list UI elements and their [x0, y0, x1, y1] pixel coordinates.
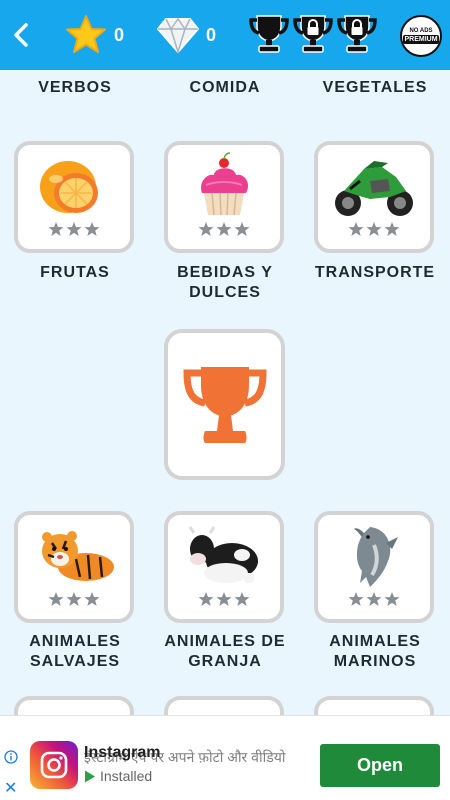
fruit-picture	[40, 161, 98, 213]
play-store-icon	[85, 770, 95, 782]
category-label-animales-salvajes[interactable]: ANIMALES SALVAJES	[0, 632, 150, 672]
ad-open-button[interactable]: Open	[320, 744, 440, 787]
premium-line2: PREMIUM	[403, 35, 439, 44]
info-icon[interactable]	[4, 750, 18, 764]
cow-picture	[188, 526, 258, 583]
category-label-frutas[interactable]: FRUTAS	[0, 263, 150, 283]
diamond-icon	[157, 17, 199, 55]
category-card-animales-salvajes[interactable]	[14, 511, 134, 623]
category-label-comida[interactable]: COMIDA	[150, 78, 300, 98]
reward-trophy-card[interactable]	[164, 329, 285, 480]
star-icon	[366, 222, 382, 236]
ad-app-name: Instagram	[84, 744, 161, 761]
category-label-vegetales[interactable]: VEGETALES	[300, 78, 450, 98]
star-icon	[66, 15, 106, 53]
category-card-animales-marinos[interactable]	[314, 511, 434, 623]
category-card-partial[interactable]	[314, 696, 434, 715]
instagram-logo	[30, 741, 78, 789]
star-icon	[348, 592, 364, 606]
dolphin-picture	[354, 527, 398, 587]
star-icon	[384, 592, 400, 606]
ad-install-status: Installed	[84, 768, 152, 784]
star-icon	[198, 222, 214, 236]
stars-count: 0	[114, 24, 125, 45]
category-card-transporte[interactable]	[314, 141, 434, 253]
star-rating	[168, 591, 280, 607]
locked-trophy-icon	[337, 15, 377, 53]
star-icon	[84, 592, 100, 606]
premium-button[interactable]: NO ADS PREMIUM	[400, 15, 442, 57]
star-rating	[168, 221, 280, 237]
star-icon	[48, 592, 64, 606]
close-icon[interactable]: ✕	[4, 781, 17, 797]
gems-count: 0	[206, 24, 217, 45]
motorcycle-picture	[335, 161, 413, 216]
category-card-bebidas-y-dulces[interactable]	[164, 141, 284, 253]
star-icon	[48, 222, 64, 236]
gems-counter: 0	[156, 12, 216, 58]
camera-icon	[40, 751, 68, 779]
star-rating	[18, 221, 130, 237]
star-icon	[234, 222, 250, 236]
top-bar: 0 0 NO ADS PREMIUM	[0, 0, 450, 70]
category-card-frutas[interactable]	[14, 141, 134, 253]
category-label-transporte[interactable]: TRANSPORTE	[300, 263, 450, 283]
locked-trophy-icon	[293, 15, 333, 53]
category-card-partial[interactable]	[14, 696, 134, 715]
back-button[interactable]	[6, 20, 36, 50]
star-icon	[66, 222, 82, 236]
category-label-bebidas-y-dulces[interactable]: BEBIDAS Y DULCES	[150, 263, 300, 303]
category-grid: VERBOS COMIDA VEGETALES FRUTAS BEBIDAS Y…	[0, 70, 450, 715]
premium-line1: NO ADS	[409, 28, 433, 34]
tiger-picture	[42, 531, 114, 581]
category-label-verbos[interactable]: VERBOS	[0, 78, 150, 98]
star-rating	[318, 221, 430, 237]
chevron-left-icon	[14, 23, 28, 47]
trophy-icon	[249, 15, 289, 53]
ad-banner[interactable]: ✕ इंस्टाग्राम ऐप पर अपने फ़ोटो और वीडियो…	[0, 715, 450, 800]
category-label-animales-de-granja[interactable]: ANIMALES DE GRANJA	[150, 632, 300, 672]
star-icon	[366, 592, 382, 606]
star-rating	[18, 591, 130, 607]
star-icon	[198, 592, 214, 606]
star-icon	[384, 222, 400, 236]
star-rating	[318, 591, 430, 607]
star-icon	[348, 222, 364, 236]
category-card-partial[interactable]	[164, 696, 284, 715]
stars-counter: 0	[64, 12, 124, 58]
category-card-animales-de-granja[interactable]	[164, 511, 284, 623]
star-icon	[66, 592, 82, 606]
category-label-animales-marinos[interactable]: ANIMALES MARINOS	[300, 632, 450, 672]
cupcake-picture	[201, 152, 249, 216]
ad-status-text: Installed	[100, 768, 153, 784]
star-icon	[84, 222, 100, 236]
trophy-icon	[182, 366, 267, 443]
star-icon	[234, 592, 250, 606]
star-icon	[216, 592, 232, 606]
star-icon	[216, 222, 232, 236]
trophy-progress	[248, 12, 378, 56]
